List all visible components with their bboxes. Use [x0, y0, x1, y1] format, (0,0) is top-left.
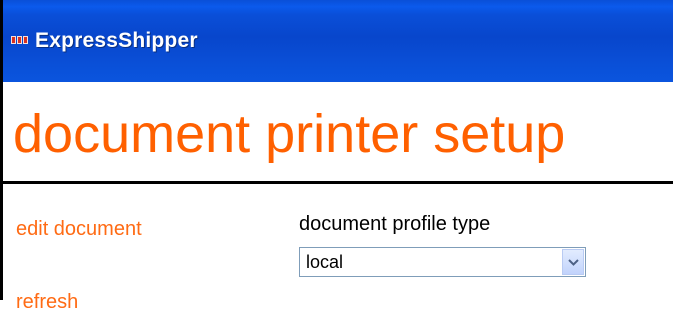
chevron-down-icon: [567, 258, 579, 266]
sidebar-item-edit-document[interactable]: edit document: [16, 218, 142, 240]
window-title: ExpressShipper: [35, 29, 198, 52]
app-icon: [11, 36, 29, 46]
dropdown-button[interactable]: [562, 249, 584, 275]
divider: [3, 181, 673, 184]
profile-type-value: local: [306, 252, 344, 272]
title-bar[interactable]: ExpressShipper: [3, 0, 673, 82]
page-title: document printer setup: [13, 104, 566, 164]
sidebar-item-refresh[interactable]: refresh: [16, 291, 78, 313]
title-bar-content: ExpressShipper: [11, 0, 198, 82]
profile-type-select[interactable]: local: [299, 247, 586, 277]
app-window: ExpressShipper document printer setup ed…: [0, 0, 673, 313]
profile-type-label: document profile type: [299, 213, 491, 235]
